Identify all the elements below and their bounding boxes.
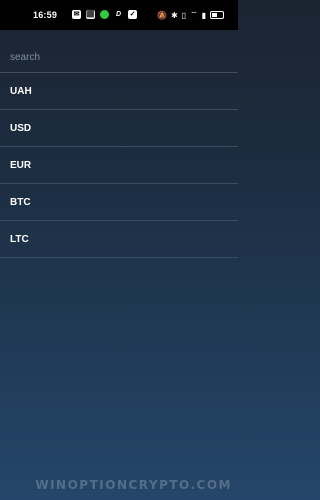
- search-bar: [0, 40, 238, 73]
- currency-item-btc[interactable]: BTC: [0, 184, 238, 221]
- currency-item-usd[interactable]: USD: [0, 110, 238, 147]
- bluetooth-icon: ✱: [170, 10, 178, 20]
- app-icon: ✉: [72, 10, 81, 19]
- watermark: WINOPTIONCRYPTO.COM: [35, 478, 232, 492]
- currency-item-uah[interactable]: UAH: [0, 73, 238, 110]
- status-time: 16:59: [33, 10, 58, 20]
- wifi-icon: ⌔: [190, 10, 198, 19]
- status-bar: 16:59 ✉ ⬛ D ✓ 🔕 ✱ ▯ ⌔ ▮: [0, 0, 238, 30]
- currency-item-ltc[interactable]: LTC: [0, 221, 238, 258]
- notification-icons: ✉ ⬛ D ✓: [72, 10, 137, 19]
- currency-list: UAH USD EUR BTC LTC: [0, 73, 238, 258]
- app-icon: ✓: [128, 10, 137, 19]
- mute-icon: 🔕: [156, 10, 167, 20]
- vibrate-icon: ▯: [181, 10, 187, 20]
- signal-icon: ▮: [201, 10, 206, 20]
- system-icons: 🔕 ✱ ▯ ⌔ ▮: [157, 10, 224, 20]
- app-icon: D: [115, 11, 122, 18]
- app-icon: ⬛: [86, 10, 95, 19]
- battery-icon: [210, 11, 224, 19]
- search-input[interactable]: [10, 49, 220, 65]
- app-icon: [100, 10, 109, 19]
- currency-item-eur[interactable]: EUR: [0, 147, 238, 184]
